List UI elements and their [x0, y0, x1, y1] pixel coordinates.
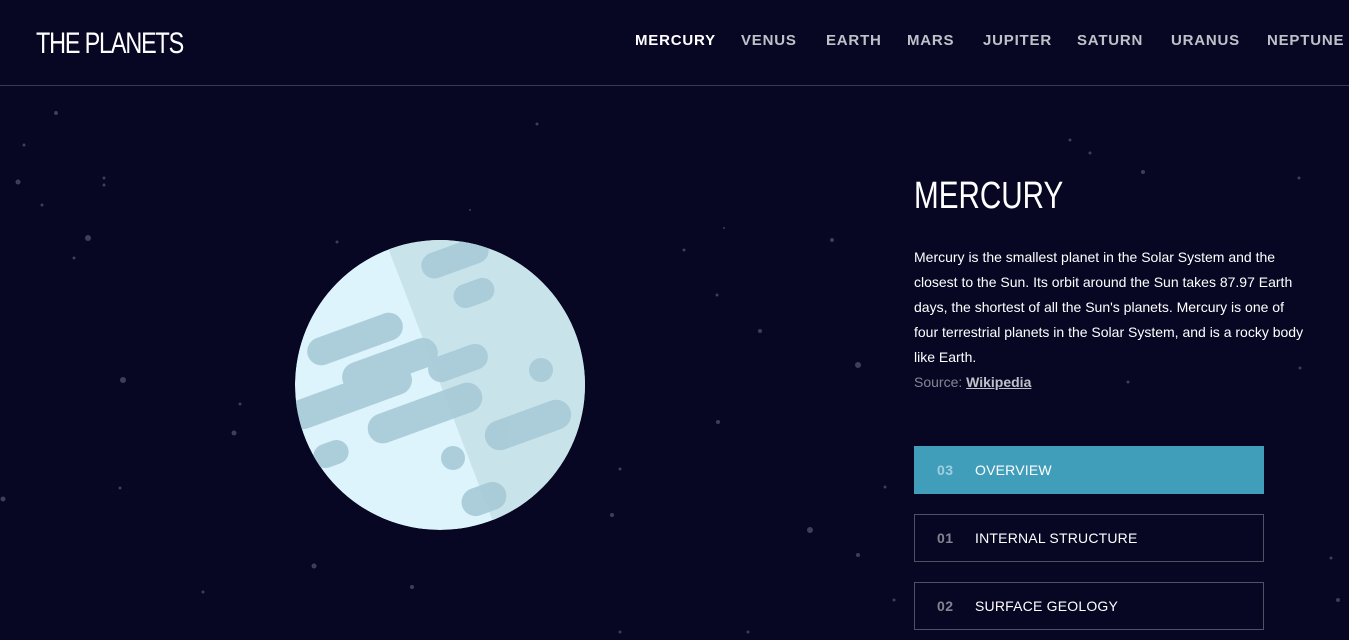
tab-label: INTERNAL STRUCTURE [975, 530, 1138, 546]
source-link-wikipedia[interactable]: Wikipedia [966, 374, 1031, 390]
nav-item-earth[interactable]: EARTH [826, 31, 882, 51]
mercury-planet-icon [295, 240, 585, 530]
nav-item-mars[interactable]: MARS [907, 31, 954, 51]
site-logo[interactable]: THE PLANETS [36, 26, 184, 62]
tab-number: 03 [937, 462, 954, 478]
site-header: THE PLANETS MERCURY VENUS EARTH MARS JUP… [0, 0, 1349, 86]
source-label: Source: [914, 374, 963, 390]
source-line: Source: Wikipedia [914, 370, 1031, 395]
planet-image [295, 240, 585, 530]
nav-item-mercury[interactable]: MERCURY [635, 31, 716, 51]
nav-item-jupiter[interactable]: JUPITER [983, 31, 1052, 51]
planet-description: Mercury is the smallest planet in the So… [914, 249, 1304, 365]
tab-number: 01 [937, 530, 954, 546]
page: THE PLANETS MERCURY VENUS EARTH MARS JUP… [0, 0, 1349, 640]
tab-label: OVERVIEW [975, 462, 1052, 478]
nav-item-neptune[interactable]: NEPTUNE [1267, 31, 1344, 51]
nav-item-venus[interactable]: VENUS [741, 31, 797, 51]
tab-internal-structure[interactable]: 01 INTERNAL STRUCTURE [914, 514, 1264, 562]
tab-number: 02 [937, 598, 954, 614]
tab-surface-geology[interactable]: 02 SURFACE GEOLOGY [914, 582, 1264, 630]
nav-item-saturn[interactable]: SATURN [1077, 31, 1143, 51]
tab-overview[interactable]: 03 OVERVIEW [914, 446, 1264, 494]
planet-nav: MERCURY VENUS EARTH MARS JUPITER SATURN … [620, 31, 1349, 51]
tab-label: SURFACE GEOLOGY [975, 598, 1119, 614]
planet-name: MERCURY [914, 175, 1064, 217]
nav-item-uranus[interactable]: URANUS [1171, 31, 1240, 51]
